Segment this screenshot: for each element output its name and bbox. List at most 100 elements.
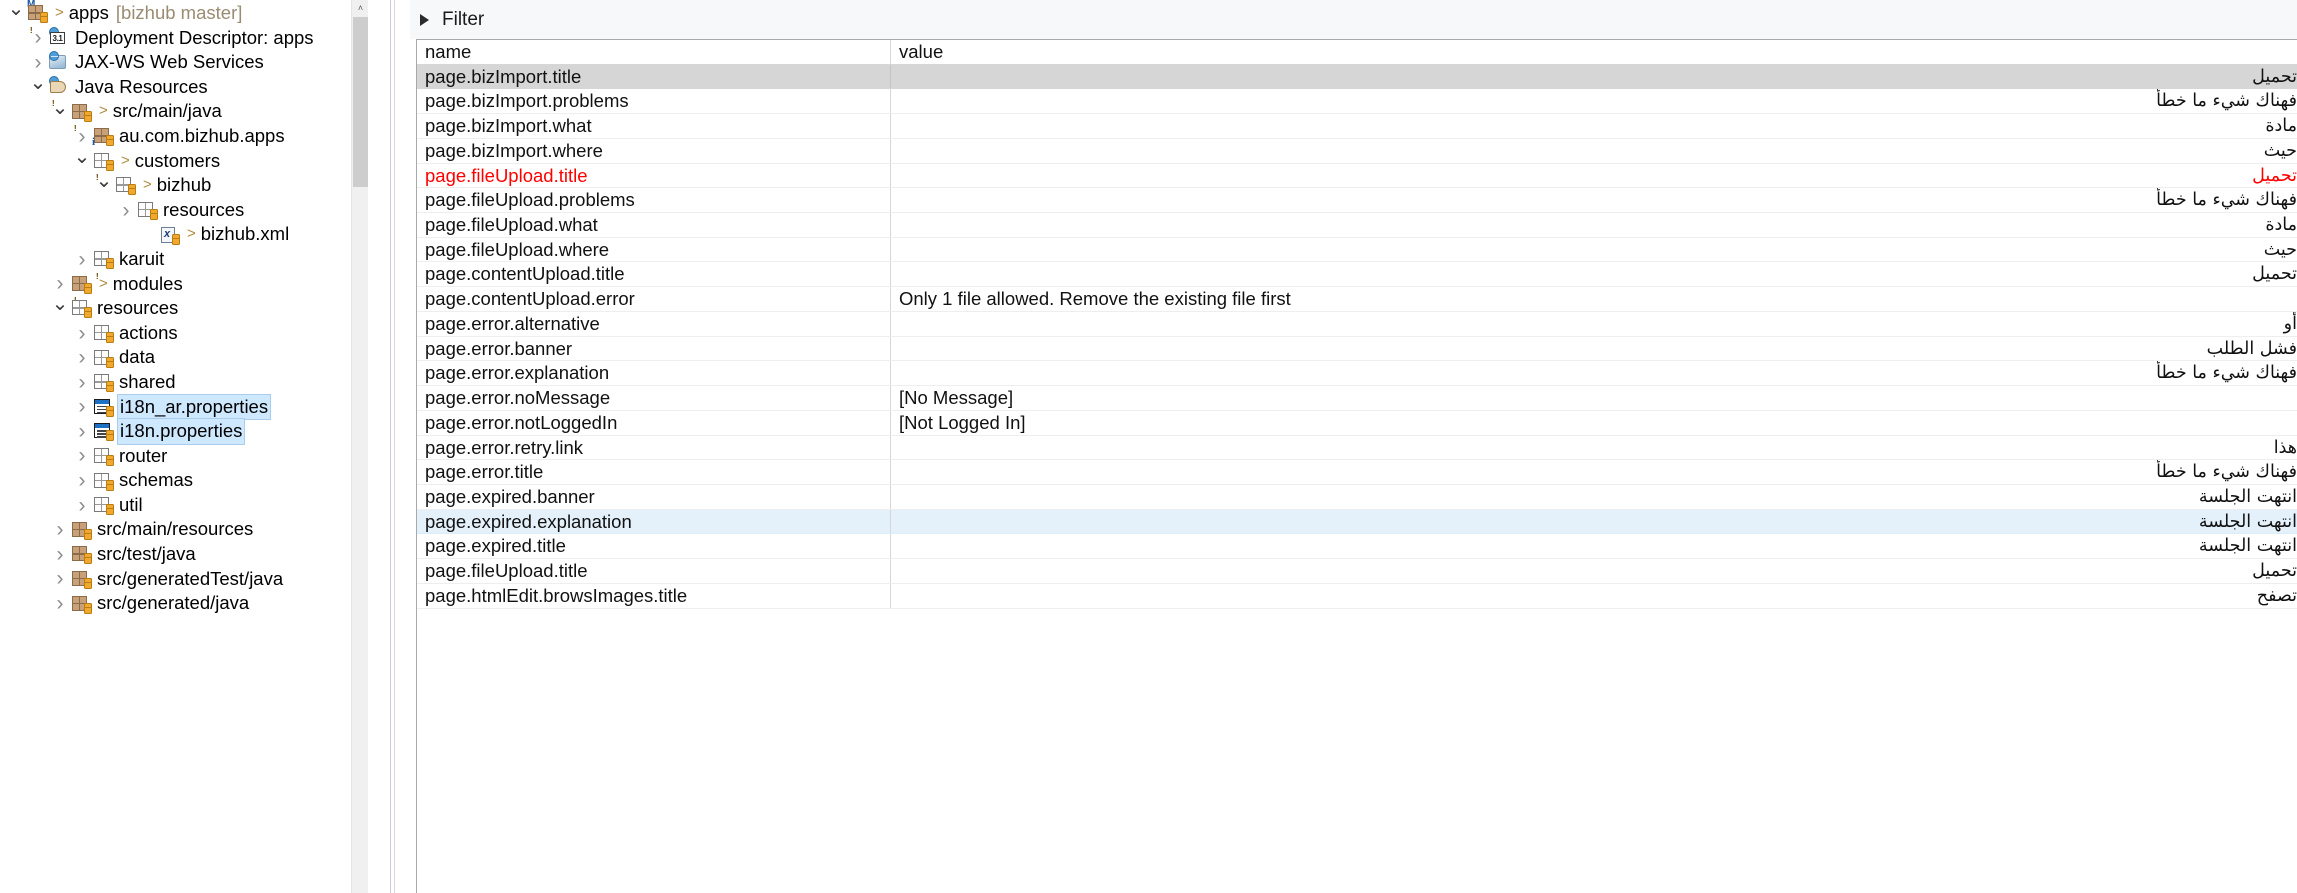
tree-item-shared[interactable]: › shared — [0, 370, 368, 395]
table-row[interactable]: page.error.banner فشل الطلب — [417, 336, 2297, 362]
cell-property-value[interactable]: فهناك شيء ما خطأ — [891, 361, 2297, 385]
table-row[interactable]: page.contentUpload.title تحميل — [417, 262, 2297, 288]
cell-property-name[interactable]: page.fileUpload.what — [417, 213, 891, 237]
table-row[interactable]: page.contentUpload.error Only 1 file allo… — [417, 287, 2297, 312]
cell-property-value[interactable]: هذا — [891, 436, 2297, 460]
chevron-right-icon[interactable]: › — [72, 323, 92, 344]
table-row[interactable]: page.fileUpload.what مادة — [417, 213, 2297, 238]
cell-property-name[interactable]: page.bizImport.what — [417, 114, 891, 138]
chevron-right-icon[interactable]: › — [116, 200, 136, 221]
table-body[interactable]: page.bizImport.title تحميل page.bizImport.… — [417, 64, 2297, 609]
table-row[interactable]: page.fileUpload.where حيث — [417, 237, 2297, 263]
cell-property-value[interactable]: انتهت الجلسة — [891, 534, 2297, 558]
table-row[interactable]: page.bizImport.title تحميل — [417, 64, 2297, 90]
chevron-right-icon[interactable]: › — [28, 52, 48, 73]
cell-property-name[interactable]: page.error.banner — [417, 336, 891, 361]
cell-property-value[interactable]: [Not Logged In] — [891, 411, 2297, 435]
chevron-right-icon[interactable]: › — [72, 372, 92, 393]
tree-item-src-main-java[interactable]: ⌄ > src/main/java — [0, 98, 368, 133]
cell-property-value[interactable]: فشل الطلب — [891, 337, 2297, 361]
project-tree[interactable]: ⌄M>apps[bizhub master]›3.1Deployment Des… — [0, 0, 368, 616]
cell-property-value[interactable]: انتهت الجلسة — [891, 510, 2297, 534]
cell-property-value[interactable]: أو — [891, 312, 2297, 336]
tree-item-resources-inner[interactable]: › resources — [0, 198, 368, 223]
cell-property-value[interactable]: انتهت الجلسة — [891, 485, 2297, 509]
chevron-right-icon[interactable]: › — [72, 445, 92, 466]
table-row[interactable]: page.fileUpload.problems فهناك شيء ما خطأ — [417, 188, 2297, 214]
cell-property-value[interactable]: فهناك شيء ما خطأ — [891, 460, 2297, 484]
tree-item-data[interactable]: › data — [0, 345, 368, 370]
cell-property-name[interactable]: page.fileUpload.where — [417, 237, 891, 262]
cell-property-name[interactable]: page.error.notLoggedIn — [417, 410, 891, 435]
table-row[interactable]: page.fileUpload.title تحميل — [417, 559, 2297, 584]
tree-item-router[interactable]: › router — [0, 444, 368, 469]
properties-table[interactable]: name value page.bizImport.title تحميل page… — [416, 39, 2297, 893]
table-row[interactable]: page.bizImport.what مادة — [417, 114, 2297, 139]
table-row[interactable]: page.bizImport.problems فهناك شيء ما خطأ — [417, 89, 2297, 115]
tree-item-bizhub[interactable]: ⌄ > bizhub — [0, 171, 368, 198]
cell-property-value[interactable]: فهناك شيء ما خطأ — [891, 89, 2297, 113]
chevron-down-icon[interactable]: ⌄ — [50, 294, 70, 317]
table-row[interactable]: page.fileUpload.title تحميل — [417, 163, 2297, 189]
filter-section-header[interactable]: Filter — [410, 0, 2297, 39]
cell-property-name[interactable]: page.expired.explanation — [417, 509, 891, 534]
tree-item-modules[interactable]: › > modules — [0, 272, 368, 305]
cell-property-name[interactable]: page.error.alternative — [417, 311, 891, 336]
tree-item-apps[interactable]: ⌄M >apps [bizhub master] — [0, 0, 368, 34]
cell-property-name[interactable]: page.fileUpload.title — [417, 163, 891, 188]
table-row[interactable]: page.error.retry.link هذا — [417, 435, 2297, 461]
tree-item-karuit[interactable]: › karuit — [0, 247, 368, 280]
scrollbar-thumb[interactable] — [353, 17, 368, 187]
table-row[interactable]: page.bizImport.where حيث — [417, 138, 2297, 164]
chevron-right-icon[interactable]: › — [72, 396, 92, 417]
table-row[interactable]: page.htmlEdit.browsImages.title تصفح — [417, 583, 2297, 609]
table-row[interactable]: page.error.explanation فهناك شيء ما خطأ — [417, 361, 2297, 387]
column-header-name[interactable]: name — [417, 40, 891, 64]
cell-property-value[interactable]: تصفح — [891, 584, 2297, 608]
cell-property-name[interactable]: page.bizImport.problems — [417, 89, 891, 114]
tree-item-resources[interactable]: ⌄ resources — [0, 294, 368, 321]
cell-property-value[interactable]: حيث — [891, 238, 2297, 262]
chevron-down-icon[interactable]: ⌄ — [72, 147, 92, 170]
tree-item-i18n-properties[interactable]: › i18n.properties — [0, 418, 368, 445]
cell-property-value[interactable]: [No Message] — [891, 386, 2297, 410]
cell-property-value[interactable]: تحميل — [891, 65, 2297, 89]
tree-item-deployment-descriptor[interactable]: › 3.1 Deployment Descriptor: apps — [0, 26, 368, 51]
cell-property-name[interactable]: page.error.explanation — [417, 361, 891, 386]
chevron-right-icon[interactable] — [420, 13, 429, 26]
cell-property-name[interactable]: page.bizImport.where — [417, 138, 891, 163]
chevron-down-icon[interactable]: ⌄ — [28, 73, 48, 96]
tree-item-src-generatedtest-java[interactable]: › src/generatedTest/java — [0, 567, 368, 592]
chevron-right-icon[interactable]: › — [50, 593, 70, 614]
chevron-right-icon[interactable]: › — [50, 519, 70, 540]
cell-property-name[interactable]: page.expired.banner — [417, 484, 891, 509]
chevron-right-icon[interactable]: › — [72, 495, 92, 516]
tree-item-actions[interactable]: › actions — [0, 321, 368, 346]
cell-property-value[interactable]: Only 1 file allowed. Remove the existing… — [891, 287, 2297, 311]
cell-property-name[interactable]: page.error.title — [417, 460, 891, 484]
chevron-down-icon[interactable]: ⌄ — [6, 0, 26, 22]
chevron-right-icon[interactable]: › — [50, 273, 70, 294]
table-row[interactable]: page.error.alternative أو — [417, 311, 2297, 337]
chevron-right-icon[interactable]: › — [50, 544, 70, 565]
table-row[interactable]: page.expired.banner انتهت الجلسة — [417, 484, 2297, 510]
tree-item-bizhub-xml[interactable]: >bizhub.xml — [0, 222, 368, 247]
tree-item-src-generated-java[interactable]: › src/generated/java — [0, 591, 368, 616]
tree-item-src-main-resources[interactable]: › src/main/resources — [0, 517, 368, 542]
explorer-vertical-scrollbar[interactable]: ˄ — [351, 0, 368, 893]
cell-property-value[interactable]: تحميل — [891, 164, 2297, 188]
cell-property-value[interactable]: تحميل — [891, 262, 2297, 286]
table-row[interactable]: page.error.title فهناك شيء ما خطأ — [417, 460, 2297, 485]
tree-item-util[interactable]: › util — [0, 493, 368, 518]
table-row[interactable]: page.error.noMessage [No Message] — [417, 386, 2297, 411]
tree-item-jax-ws-web-services[interactable]: › JAX-WS Web Services — [0, 50, 368, 75]
chevron-right-icon[interactable]: › — [72, 249, 92, 270]
cell-property-value[interactable]: فهناك شيء ما خطأ — [891, 188, 2297, 212]
table-row[interactable]: page.expired.explanation انتهت الجلسة — [417, 509, 2297, 535]
chevron-right-icon[interactable]: › — [72, 421, 92, 442]
tree-item-src-test-java[interactable]: › src/test/java — [0, 542, 368, 567]
chevron-right-icon[interactable]: › — [72, 347, 92, 368]
tree-item-schemas[interactable]: › schemas — [0, 468, 368, 493]
cell-property-name[interactable]: page.error.noMessage — [417, 386, 891, 410]
table-row[interactable]: page.error.notLoggedIn [Not Logged In] — [417, 410, 2297, 436]
